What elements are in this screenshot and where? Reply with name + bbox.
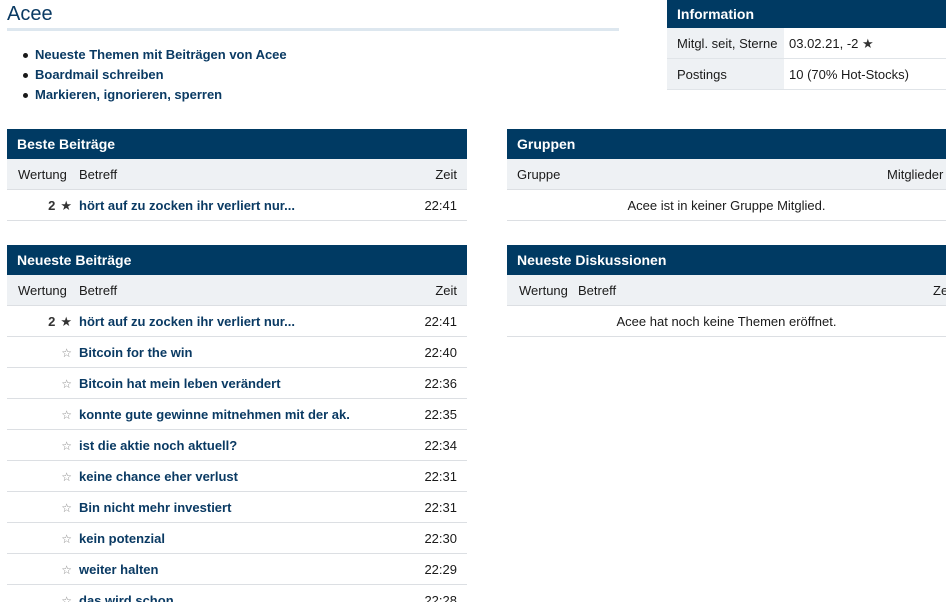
column-rating: Wertung <box>18 167 67 182</box>
info-value: 03.02.21, -2 ★ <box>789 36 874 51</box>
table-row: ☆ keine chance eher verlust 22:31 <box>7 461 467 492</box>
star-outline-icon[interactable]: ☆ <box>61 532 72 546</box>
latest-posts-box: Neueste Beiträge Wertung Betreff Zeit 2 ★… <box>7 245 467 602</box>
info-row-postings: Postings 10 (70% Hot-Stocks) <box>667 59 946 90</box>
table-row: ☆ Bin nicht mehr investiert 22:31 <box>7 492 467 523</box>
post-time: 22:41 <box>424 314 457 329</box>
column-subject: Betreff <box>578 283 617 298</box>
groups-empty-message: Acee ist in keiner Gruppe Mitglied. <box>507 190 946 221</box>
info-row-member-since: Mitgl. seit, Sterne 03.02.21, -2 ★ <box>667 28 946 59</box>
column-rating: Wertung <box>519 283 568 298</box>
post-link[interactable]: Bitcoin for the win <box>79 345 192 360</box>
star-outline-icon[interactable]: ☆ <box>61 408 72 422</box>
table-header: Wertung Betreff Zeit <box>507 275 946 306</box>
table-header: Wertung Betreff Zeit <box>7 275 467 306</box>
post-link[interactable]: Bitcoin hat mein leben verändert <box>79 376 281 391</box>
post-link[interactable]: ist die aktie noch aktuell? <box>79 438 237 453</box>
post-time: 22:34 <box>424 438 457 453</box>
star-icon: ★ <box>60 314 72 329</box>
information-panel: Information Mitgl. seit, Sterne 03.02.21… <box>667 0 946 90</box>
post-time: 22:41 <box>424 198 457 213</box>
column-subject: Betreff <box>79 167 118 182</box>
list-item: Neueste Themen mit Beiträgen von Acee <box>23 45 287 65</box>
discussions-empty-message: Acee hat noch keine Themen eröffnet. <box>507 306 946 337</box>
star-outline-icon[interactable]: ☆ <box>61 470 72 484</box>
latest-discussions-box: Neueste Diskussionen Wertung Betreff Zei… <box>507 245 946 337</box>
table-header: Gruppe Mitglieder <box>507 159 946 190</box>
column-rating: Wertung <box>18 283 67 298</box>
table-row: 2 ★ hört auf zu zocken ihr verliert nur...… <box>7 306 467 337</box>
column-group: Gruppe <box>517 167 561 182</box>
post-link[interactable]: keine chance eher verlust <box>79 469 238 484</box>
post-link[interactable]: das wird schon <box>79 593 174 602</box>
info-key: Mitgl. seit, Sterne <box>667 28 784 58</box>
column-time: Zeit <box>435 167 457 182</box>
post-time: 22:40 <box>424 345 457 360</box>
post-link[interactable]: weiter halten <box>79 562 158 577</box>
table-row: 2 ★ hört auf zu zocken ihr verliert nur..… <box>7 190 467 221</box>
star-outline-icon[interactable]: ☆ <box>61 563 72 577</box>
profile-links: Neueste Themen mit Beiträgen von Acee Bo… <box>23 45 287 105</box>
information-title: Information <box>667 0 946 28</box>
post-time: 22:29 <box>424 562 457 577</box>
star-outline-icon[interactable]: ☆ <box>61 439 72 453</box>
star-icon: ★ <box>862 36 874 51</box>
column-members: Mitglieder <box>887 167 944 182</box>
best-posts-title: Beste Beiträge <box>7 129 467 159</box>
star-outline-icon[interactable]: ☆ <box>61 377 72 391</box>
column-subject: Betreff <box>79 283 118 298</box>
mark-ignore-block-link[interactable]: Markieren, ignorieren, sperren <box>35 87 222 102</box>
groups-title: Gruppen <box>507 129 946 159</box>
table-row: ☆ Bitcoin hat mein leben verändert 22:36 <box>7 368 467 399</box>
star-icon: ★ <box>60 198 72 213</box>
table-row: ☆ Bitcoin for the win 22:40 <box>7 337 467 368</box>
latest-discussions-title: Neueste Diskussionen <box>507 245 946 275</box>
groups-box: Gruppen Gruppe Mitglieder Acee ist in ke… <box>507 129 946 221</box>
rating-value: 2 <box>48 198 56 213</box>
table-row: ☆ konnte gute gewinne mitnehmen mit der a… <box>7 399 467 430</box>
column-time: Zeit <box>933 283 946 298</box>
post-time: 22:35 <box>424 407 457 422</box>
info-key: Postings <box>667 59 784 89</box>
post-link[interactable]: hört auf zu zocken ihr verliert nur... <box>79 198 295 213</box>
star-outline-icon[interactable]: ☆ <box>61 594 72 602</box>
boardmail-link[interactable]: Boardmail schreiben <box>35 67 164 82</box>
post-link[interactable]: Bin nicht mehr investiert <box>79 500 231 515</box>
info-value: 10 (70% Hot-Stocks) <box>789 67 909 82</box>
latest-threads-link[interactable]: Neueste Themen mit Beiträgen von Acee <box>35 47 287 62</box>
table-row: ☆ weiter halten 22:29 <box>7 554 467 585</box>
column-time: Zeit <box>435 283 457 298</box>
latest-posts-title: Neueste Beiträge <box>7 245 467 275</box>
list-item: Markieren, ignorieren, sperren <box>23 85 287 105</box>
post-link[interactable]: konnte gute gewinne mitnehmen mit der ak… <box>79 407 350 422</box>
rating-value: 2 <box>48 314 56 329</box>
page-title: Acee <box>7 3 619 31</box>
table-row: ☆ ist die aktie noch aktuell? 22:34 <box>7 430 467 461</box>
list-item: Boardmail schreiben <box>23 65 287 85</box>
post-link[interactable]: hört auf zu zocken ihr verliert nur... <box>79 314 295 329</box>
star-outline-icon[interactable]: ☆ <box>61 346 72 360</box>
best-posts-box: Beste Beiträge Wertung Betreff Zeit 2 ★ h… <box>7 129 467 221</box>
star-outline-icon[interactable]: ☆ <box>61 501 72 515</box>
post-time: 22:31 <box>424 469 457 484</box>
post-time: 22:30 <box>424 531 457 546</box>
post-link[interactable]: kein potenzial <box>79 531 165 546</box>
post-time: 22:31 <box>424 500 457 515</box>
table-header: Wertung Betreff Zeit <box>7 159 467 190</box>
post-time: 22:28 <box>424 593 457 602</box>
post-time: 22:36 <box>424 376 457 391</box>
table-row: ☆ das wird schon 22:28 <box>7 585 467 602</box>
table-row: ☆ kein potenzial 22:30 <box>7 523 467 554</box>
latest-posts-list: 2 ★ hört auf zu zocken ihr verliert nur...… <box>7 306 467 602</box>
